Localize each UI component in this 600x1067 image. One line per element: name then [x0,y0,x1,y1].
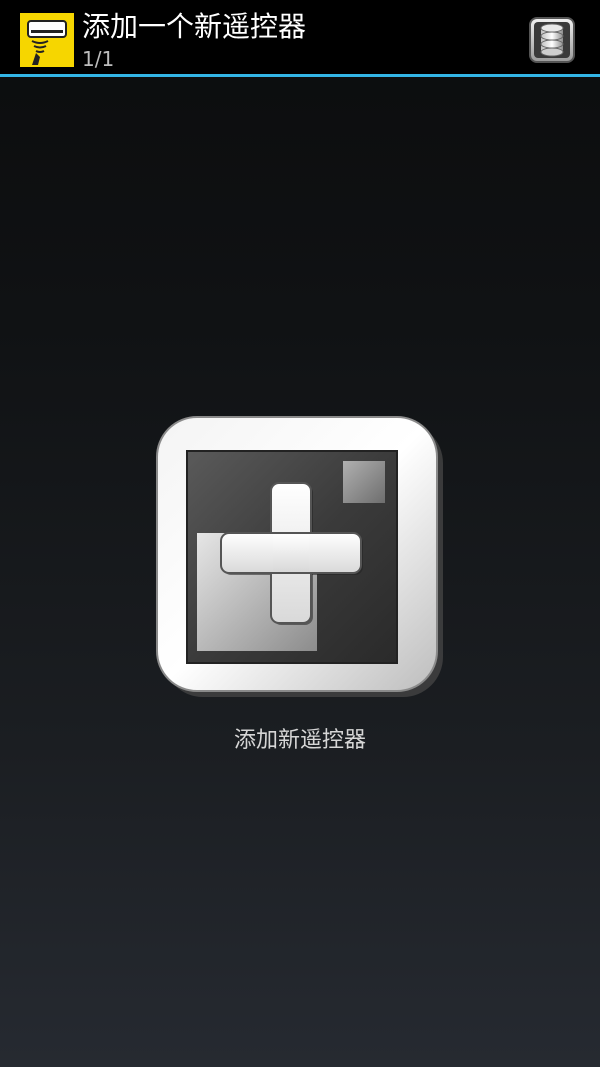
database-button[interactable] [528,16,576,64]
screen: 添加一个新遥控器 1/1 添加新遥控器 [0,0,600,1067]
add-remote-label[interactable]: 添加新遥控器 [150,727,450,755]
action-bar: 添加一个新遥控器 1/1 [0,0,600,77]
page-title: 添加一个新遥控器 [82,10,307,43]
add-plus-icon [156,416,443,697]
database-icon [529,17,575,63]
page-counter: 1/1 [82,47,115,71]
remote-control-app-icon[interactable] [20,13,74,67]
add-remote-button[interactable] [155,415,445,700]
